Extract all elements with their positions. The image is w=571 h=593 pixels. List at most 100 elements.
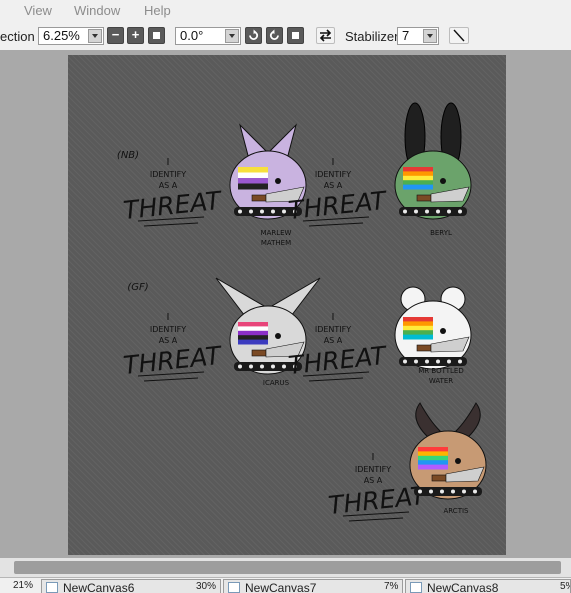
- collar-spike: [282, 209, 286, 214]
- flag-stripe: [238, 172, 268, 179]
- underline: [308, 377, 364, 382]
- character-name: MATHEM: [261, 239, 291, 247]
- collar-spike: [425, 209, 429, 214]
- collar-spike: [260, 364, 264, 369]
- character-name: BERYL: [430, 229, 452, 237]
- motto-line: I: [372, 452, 375, 463]
- flag-stripe: [403, 330, 433, 336]
- collar: [414, 487, 482, 496]
- motto-line: IDENTIFY: [150, 170, 186, 179]
- menu-window[interactable]: Window: [74, 3, 120, 18]
- canvas-viewport[interactable]: (NB) I IDENTIFY AS A THREAT MARLEW MATHEM I IDEN…: [0, 50, 571, 558]
- flag-stripe: [418, 451, 448, 457]
- artwork-sheet: (NB)IIDENTIFYAS ATHREATMARLEWMATHEMIIDEN…: [117, 102, 487, 522]
- collar-spike: [238, 209, 242, 214]
- motto-line: AS A: [159, 181, 178, 190]
- collar-spike: [436, 209, 440, 214]
- flag-stripe: [238, 330, 268, 336]
- flag-stripe: [238, 339, 268, 345]
- tab-newcanvas6[interactable]: NewCanvas6 30%: [41, 579, 221, 593]
- collar-spike: [458, 209, 462, 214]
- motto-line: AS A: [324, 181, 343, 190]
- tab-label: NewCanvas6: [63, 581, 135, 593]
- tab-zoom-prev: 21%: [13, 580, 34, 591]
- line-tool-button[interactable]: [449, 27, 469, 44]
- motto-line: AS A: [364, 476, 383, 485]
- eye: [275, 178, 281, 184]
- flag-stripe: [403, 184, 433, 190]
- zoom-in-button[interactable]: +: [127, 27, 144, 44]
- knife-handle: [431, 474, 447, 482]
- underline: [143, 377, 199, 382]
- rotate-right-button[interactable]: [266, 27, 283, 44]
- collar-spike: [238, 364, 242, 369]
- zoom-value: 6.25%: [43, 28, 80, 43]
- menu-help[interactable]: Help: [144, 3, 171, 18]
- character-name: MR BOTTLED: [418, 367, 463, 375]
- rotation-value: 0.0°: [180, 28, 204, 43]
- tab-newcanvas8[interactable]: NewCanvas8 5%: [405, 579, 571, 593]
- collar-spike: [282, 364, 286, 369]
- zoom-reset-button[interactable]: [148, 27, 165, 44]
- flag-stripe: [403, 317, 433, 322]
- scrollbar-thumb[interactable]: [14, 561, 561, 574]
- stabilizer-dropdown-icon[interactable]: [423, 29, 437, 43]
- collar-spike: [414, 359, 418, 364]
- knife-handle: [251, 194, 267, 202]
- group-tag: (GF): [127, 282, 148, 293]
- collar-spike: [425, 359, 429, 364]
- minus-icon: −: [111, 27, 120, 42]
- rotate-left-button[interactable]: [245, 27, 262, 44]
- rotation-select[interactable]: 0.0°: [175, 27, 241, 45]
- character-name: WATER: [429, 377, 453, 385]
- canvas-tab-bar: 21% NewCanvas6 30% NewCanvas7 7% NewCanv…: [0, 577, 571, 593]
- collar-spike: [418, 489, 422, 494]
- collar-spike: [403, 209, 407, 214]
- horizontal-scrollbar[interactable]: [0, 558, 571, 577]
- motto-line: IDENTIFY: [315, 325, 351, 334]
- motto-line: I: [167, 157, 170, 168]
- motto-line: AS A: [159, 336, 178, 345]
- zoom-select[interactable]: 6.25%: [38, 27, 104, 45]
- character-name: MARLEW: [261, 229, 292, 237]
- zoom-out-button[interactable]: −: [107, 27, 124, 44]
- menu-view[interactable]: View: [24, 3, 52, 18]
- canvas-thumbnail-icon: [410, 582, 422, 593]
- collar-spike: [458, 359, 462, 364]
- tab-newcanvas7[interactable]: NewCanvas7 7%: [223, 579, 403, 593]
- flag-stripe: [238, 326, 268, 332]
- zoom-dropdown-icon[interactable]: [88, 29, 102, 43]
- collar-spike: [429, 489, 433, 494]
- underline: [143, 222, 199, 227]
- motto-line: IDENTIFY: [150, 325, 186, 334]
- stabilizer-select[interactable]: 7: [397, 27, 439, 45]
- tab-label: NewCanvas8: [427, 581, 499, 593]
- collar-spike: [260, 209, 264, 214]
- eye: [440, 178, 446, 184]
- navigator-toolbar: ection 6.25% − + 0.0° Stabilizer 7: [0, 22, 571, 51]
- collar-spike: [447, 209, 451, 214]
- flag-stripe: [238, 183, 268, 190]
- underline: [348, 517, 404, 522]
- tab-zoom: 30%: [196, 581, 217, 592]
- underline: [308, 222, 364, 227]
- collar-spike: [271, 209, 275, 214]
- character-name: ARCTIS: [444, 507, 470, 515]
- flag-stripe: [418, 460, 448, 466]
- flip-horizontal-button[interactable]: [316, 27, 335, 44]
- collar-spike: [440, 489, 444, 494]
- character-4: IIDENTIFYAS ATHREAT MR BOTTLEDWATER: [287, 286, 472, 385]
- flag-stripe: [238, 167, 268, 173]
- flip-arrows-icon: [319, 29, 332, 42]
- tab-label: NewCanvas7: [245, 581, 317, 593]
- tab-zoom: 5%: [560, 581, 570, 592]
- rotation-dropdown-icon[interactable]: [225, 29, 239, 43]
- collar-spike: [473, 489, 477, 494]
- drawing-canvas[interactable]: (NB) I IDENTIFY AS A THREAT MARLEW MATHEM I IDEN…: [68, 55, 506, 555]
- collar-spike: [249, 364, 253, 369]
- rotation-reset-button[interactable]: [287, 27, 304, 44]
- flag-stripe: [238, 335, 268, 341]
- motto-line: I: [167, 312, 170, 323]
- collar-spike: [447, 359, 451, 364]
- eye: [440, 328, 446, 334]
